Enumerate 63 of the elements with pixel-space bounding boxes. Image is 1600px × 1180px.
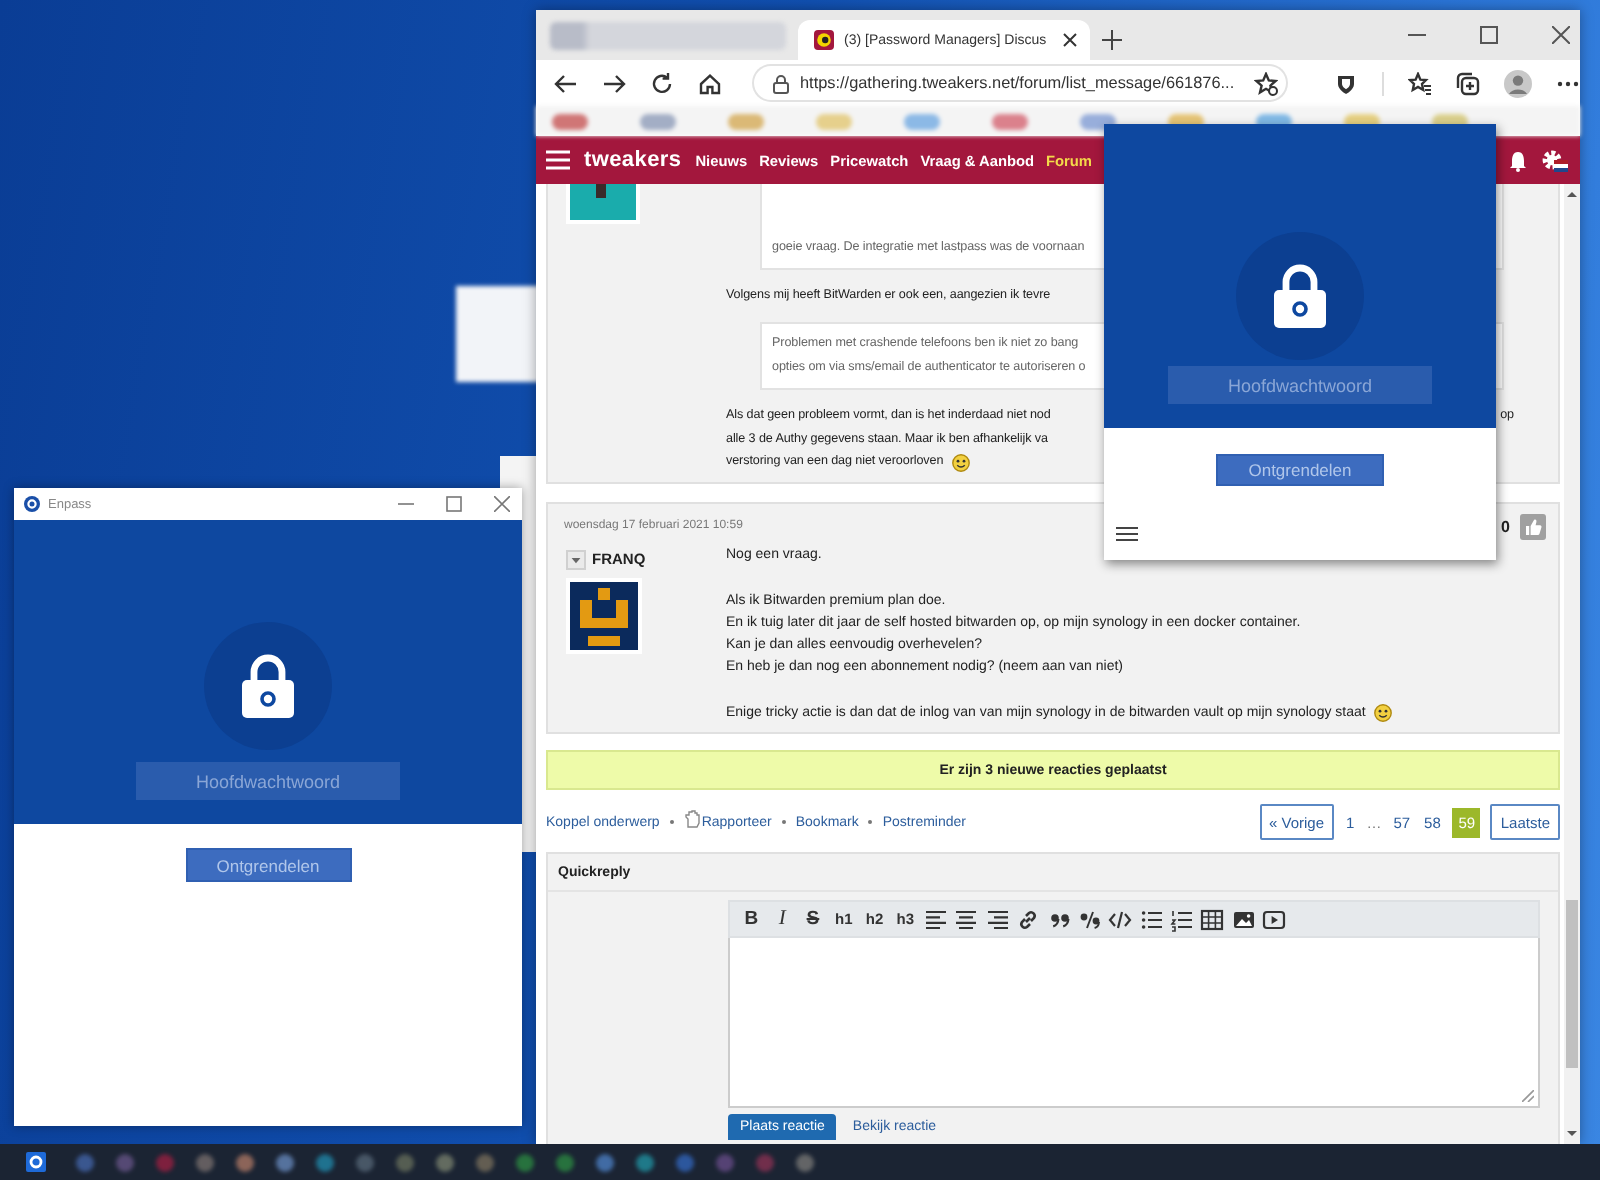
- shield-icon[interactable]: [1334, 71, 1359, 95]
- remove-quote-icon[interactable]: [1077, 907, 1102, 932]
- password-field[interactable]: Hoofdwachtwoord: [1168, 366, 1432, 404]
- more-icon[interactable]: [1556, 79, 1580, 87]
- settings-icon[interactable]: [1540, 148, 1568, 172]
- favorites-icon[interactable]: [1408, 71, 1432, 95]
- favicon-icon: [814, 30, 834, 50]
- blurred-taskbar-icon[interactable]: [636, 1153, 654, 1171]
- new-tab-icon[interactable]: [1102, 30, 1122, 50]
- back-icon[interactable]: [554, 71, 578, 95]
- dropdown-icon[interactable]: [566, 549, 586, 570]
- forward-icon[interactable]: [602, 71, 626, 95]
- site-logo[interactable]: tweakers: [584, 148, 682, 172]
- address-field[interactable]: https://gathering.tweakers.net/forum/list_message/661876...: [754, 66, 1287, 100]
- lock-icon: [772, 73, 790, 93]
- blurred-taskbar-icon[interactable]: [236, 1153, 254, 1171]
- table-icon[interactable]: [1200, 907, 1225, 932]
- vote-count: 0: [1501, 517, 1510, 536]
- blurred-taskbar-icon[interactable]: [796, 1153, 814, 1171]
- image-icon[interactable]: [1231, 907, 1256, 932]
- scrollbar[interactable]: [1564, 184, 1580, 1144]
- resize-grip-icon[interactable]: [1522, 1090, 1534, 1103]
- maximize-icon[interactable]: [1480, 26, 1498, 44]
- collections-icon[interactable]: [1456, 71, 1480, 95]
- code-icon[interactable]: [1108, 907, 1133, 932]
- format-button[interactable]: B: [736, 904, 767, 935]
- bullet-list-icon[interactable]: [1139, 907, 1164, 932]
- align-left-icon[interactable]: [924, 907, 949, 932]
- padlock-icon: [1272, 262, 1328, 330]
- align-center-icon[interactable]: [954, 907, 979, 932]
- padlock-icon: [240, 652, 296, 720]
- format-button[interactable]: I: [766, 904, 798, 935]
- thumbs-up-icon[interactable]: [1520, 513, 1546, 540]
- blurred-taskbar-icon[interactable]: [596, 1153, 614, 1171]
- reload-icon[interactable]: [650, 71, 674, 95]
- numbered-list-icon[interactable]: [1170, 907, 1195, 932]
- link-icon[interactable]: [1016, 907, 1041, 932]
- close-icon[interactable]: [1062, 32, 1078, 48]
- home-icon[interactable]: [698, 71, 722, 95]
- favorite-add-icon[interactable]: [1254, 71, 1279, 95]
- scroll-up-icon[interactable]: [1564, 188, 1580, 200]
- video-icon[interactable]: [1262, 907, 1287, 932]
- avatar-image: [566, 577, 642, 654]
- blurred-taskbar-icon[interactable]: [276, 1153, 294, 1171]
- blurred-taskbar-icon[interactable]: [316, 1153, 334, 1171]
- hand-icon: [683, 810, 700, 829]
- menu-icon[interactable]: [1116, 526, 1138, 542]
- align-right-icon[interactable]: [985, 907, 1010, 932]
- password-field[interactable]: Hoofdwachtwoord: [136, 762, 400, 800]
- scrollbar-thumb[interactable]: [1566, 900, 1578, 1068]
- blurred-window: [456, 286, 540, 382]
- app-icon: [24, 496, 40, 512]
- avatar-image: [566, 184, 640, 224]
- blurred-taskbar-icon[interactable]: [516, 1153, 534, 1171]
- blurred-taskbar-icon[interactable]: [556, 1153, 574, 1171]
- scroll-down-icon[interactable]: [1564, 1128, 1580, 1140]
- maximize-icon[interactable]: [446, 496, 462, 512]
- profile-icon[interactable]: [1504, 69, 1532, 97]
- blurred-taskbar-icon[interactable]: [436, 1153, 454, 1171]
- close-icon[interactable]: [1552, 26, 1570, 44]
- format-button[interactable]: S: [797, 904, 829, 935]
- bell-icon[interactable]: [1508, 149, 1528, 171]
- app-icon[interactable]: [26, 1152, 46, 1172]
